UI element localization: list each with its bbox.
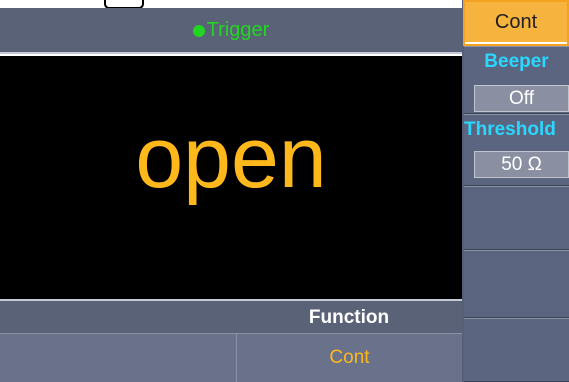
softkey-empty-3[interactable] <box>464 318 569 382</box>
function-option-cont-label: Cont <box>329 347 370 368</box>
status-bar: Trigger <box>0 8 462 54</box>
threshold-label: Threshold <box>464 119 556 140</box>
function-label: Function <box>308 307 390 328</box>
continuity-reading: open <box>135 109 327 206</box>
trigger-indicator-icon <box>192 24 205 37</box>
softkey-panel: Cont Beeper Off Threshold 50 Ω <box>462 0 569 382</box>
softkey-empty-1[interactable] <box>464 186 569 250</box>
beeper-label: Beeper <box>484 51 549 72</box>
function-option-empty[interactable] <box>0 333 236 382</box>
keycap-outline <box>104 0 144 8</box>
function-option-cont[interactable]: Cont <box>236 333 462 382</box>
measurement-display: open <box>0 56 462 299</box>
threshold-value: 50 Ω <box>474 151 569 178</box>
softkey-title: Cont <box>463 0 569 46</box>
softkey-empty-2[interactable] <box>464 250 569 318</box>
softkey-title-label: Cont <box>465 2 567 42</box>
threshold-softkey[interactable]: Threshold 50 Ω <box>464 114 569 186</box>
beeper-value: Off <box>474 85 569 112</box>
function-bar: Function <box>0 299 462 333</box>
function-row: Cont <box>0 333 462 382</box>
trigger-label: Trigger <box>206 18 270 41</box>
beeper-softkey[interactable]: Beeper Off <box>464 46 569 114</box>
